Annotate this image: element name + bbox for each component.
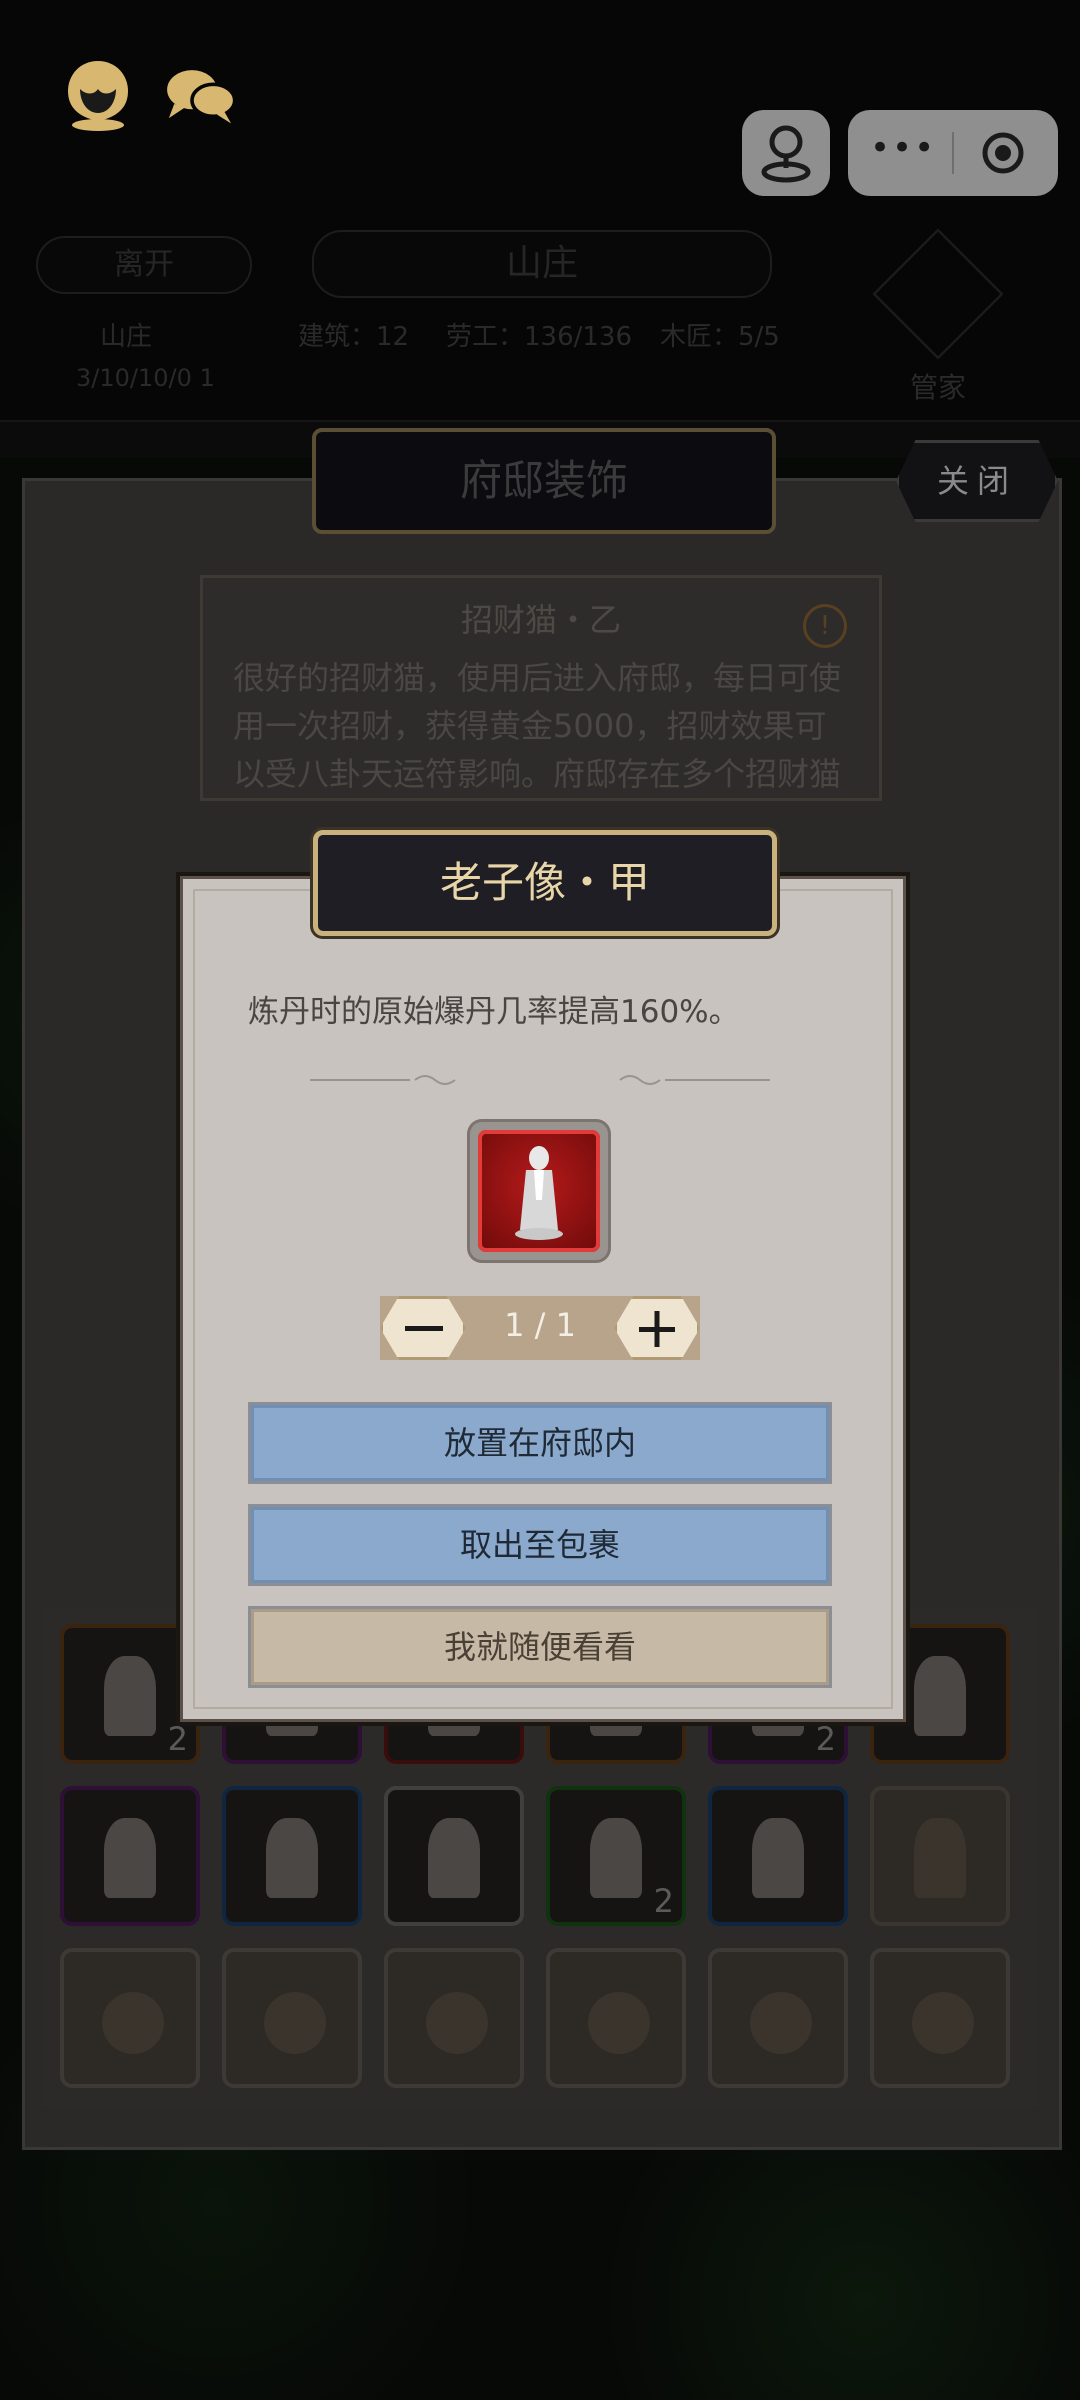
avatar-icon[interactable] [58, 55, 138, 135]
minus-icon [405, 1326, 443, 1331]
laozi-statue-icon [478, 1130, 600, 1252]
bag-icon [750, 1992, 812, 2054]
place-in-mansion-button[interactable]: 放置在府邸内 [248, 1402, 832, 1484]
statue-icon [914, 1656, 966, 1736]
more-menu-button[interactable]: ••• [870, 128, 936, 168]
lucky-cat-icon [266, 1818, 318, 1898]
close-mini-program-icon[interactable] [978, 128, 1028, 178]
manor-title: 山庄 [312, 230, 772, 298]
joystick-button[interactable] [742, 110, 830, 196]
statue-icon [104, 1656, 156, 1736]
carpenter-stats: 木匠：5/5 [660, 322, 780, 352]
selected-item-slot [470, 1122, 608, 1260]
inventory-slot[interactable]: 2 [546, 1786, 686, 1926]
desc-text: 很好的招财猫，使用后进入府邸，每日可使用一次招财，获得黄金5000，招财效果可以… [233, 659, 842, 793]
steward-emblem-icon[interactable] [872, 228, 1004, 360]
empty-slot[interactable] [60, 1948, 200, 2088]
panel-title: 府邸装饰 [312, 428, 776, 534]
statue-icon [752, 1818, 804, 1898]
quantity-value: 1 / 1 [504, 1306, 576, 1344]
inventory-slot[interactable] [60, 1786, 200, 1926]
take-to-bag-button[interactable]: 取出至包裹 [248, 1504, 832, 1586]
desc-item-name: 招财猫・乙 [460, 601, 621, 639]
ornament-divider [310, 1075, 770, 1085]
empty-slot[interactable] [222, 1948, 362, 2088]
steward-label: 管家 [910, 371, 967, 404]
inventory-slot[interactable] [222, 1786, 362, 1926]
leave-button[interactable]: 离开 [36, 236, 252, 294]
lucky-cat-icon [590, 1818, 642, 1898]
left-sub-2: 3/10/10/0 1 [76, 364, 215, 392]
left-sub-1: 山庄 [100, 322, 153, 352]
close-button[interactable]: 关闭 [896, 440, 1058, 522]
capsule-menu: ••• [848, 110, 1058, 196]
bag-icon [102, 1992, 164, 2054]
empty-slot[interactable] [546, 1948, 686, 2088]
inventory-slot[interactable] [384, 1786, 524, 1926]
joystick-icon [761, 125, 811, 183]
item-count: 2 [167, 1720, 188, 1758]
leave-label: 离开 [114, 247, 174, 282]
plus-icon [639, 1311, 675, 1347]
bag-icon [264, 1992, 326, 2054]
bag-icon [588, 1992, 650, 2054]
modal-title: 老子像・甲 [313, 830, 777, 936]
capsule-divider [952, 132, 954, 174]
statue-icon [104, 1818, 156, 1898]
bag-icon [426, 1992, 488, 2054]
bag-icon [914, 1818, 966, 1898]
item-description-box: 招财猫・乙 ! 很好的招财猫，使用后进入府邸，每日可使用一次招财，获得黄金500… [200, 575, 882, 801]
empty-slot[interactable] [708, 1948, 848, 2088]
chat-icon[interactable] [160, 55, 240, 135]
manor-label: 山庄 [505, 243, 578, 284]
lucky-cat-icon [428, 1818, 480, 1898]
inventory-slot[interactable] [870, 1786, 1010, 1926]
info-icon[interactable]: ! [803, 604, 847, 648]
empty-slot[interactable] [384, 1948, 524, 2088]
just-browse-button[interactable]: 我就随便看看 [248, 1606, 832, 1688]
building-stats: 建筑：12 [298, 322, 410, 352]
item-count: 2 [653, 1882, 674, 1920]
item-count: 2 [815, 1720, 836, 1758]
bag-icon [912, 1992, 974, 2054]
inventory-slot[interactable] [708, 1786, 848, 1926]
inventory-slot[interactable]: 2 [60, 1624, 200, 1764]
empty-slot[interactable] [870, 1948, 1010, 2088]
modal-description: 炼丹时的原始爆丹几率提高160%。 [248, 994, 740, 1030]
labor-stats: 劳工：136/136 [446, 322, 633, 352]
